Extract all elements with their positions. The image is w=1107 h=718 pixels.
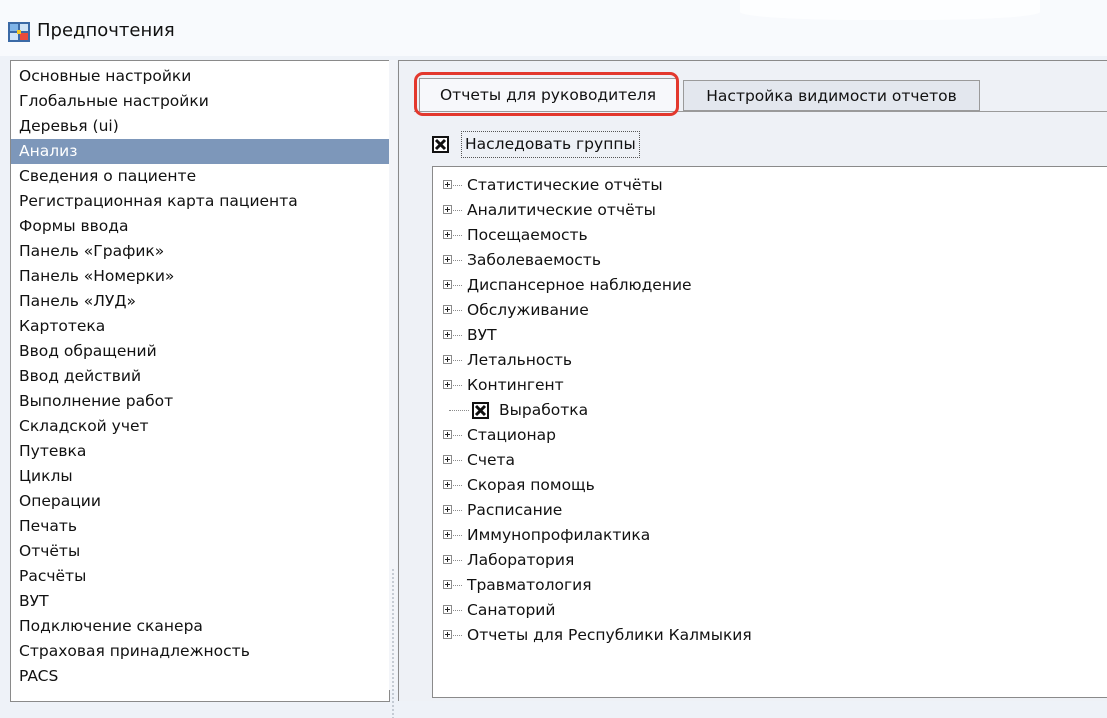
expand-plus-icon[interactable] — [443, 330, 452, 339]
sidebar-item-scanner[interactable]: Подключение сканера — [11, 614, 389, 639]
expand-plus-icon[interactable] — [443, 555, 452, 564]
preferences-app-icon — [8, 22, 30, 42]
sidebar-item-insurance[interactable]: Страховая принадлежность — [11, 639, 389, 664]
sidebar-item-voucher[interactable]: Путевка — [11, 439, 389, 464]
sidebar-item-analysis[interactable]: Анализ — [11, 139, 389, 164]
expand-plus-icon[interactable] — [443, 180, 452, 189]
sidebar-item-operations[interactable]: Операции — [11, 489, 389, 514]
expand-plus-icon[interactable] — [443, 230, 452, 239]
sidebar-item-patient-info[interactable]: Сведения о пациенте — [11, 164, 389, 189]
sidebar-item-appeals-input[interactable]: Ввод обращений — [11, 339, 389, 364]
sidebar-item-global-settings[interactable]: Глобальные настройки — [11, 89, 389, 114]
pane-splitter[interactable] — [389, 60, 397, 718]
tab-manager-reports[interactable]: Отчеты для руководителя — [419, 78, 677, 111]
reports-tree[interactable]: Статистические отчёты Аналитические отчё… — [432, 166, 1107, 698]
sidebar-item-work-execution[interactable]: Выполнение работ — [11, 389, 389, 414]
sidebar-item-input-forms[interactable]: Формы ввода — [11, 214, 389, 239]
sidebar-item-pacs[interactable]: PACS — [11, 664, 389, 689]
sidebar-item-vut[interactable]: ВУТ — [11, 589, 389, 614]
sidebar-item-cycles[interactable]: Циклы — [11, 464, 389, 489]
expand-plus-icon[interactable] — [443, 530, 452, 539]
sidebar-item-trees[interactable]: Деревья (ui) — [11, 114, 389, 139]
expand-plus-icon[interactable] — [443, 255, 452, 264]
sidebar-item-print[interactable]: Печать — [11, 514, 389, 539]
inherit-groups-label[interactable]: Наследовать группы — [461, 131, 640, 158]
sidebar-item-reports[interactable]: Отчёты — [11, 539, 389, 564]
tab-report-visibility[interactable]: Настройка видимости отчетов — [683, 80, 980, 111]
expand-plus-icon[interactable] — [443, 380, 452, 389]
expand-plus-icon[interactable] — [443, 430, 452, 439]
sidebar-item-card-index[interactable]: Картотека — [11, 314, 389, 339]
preferences-category-list[interactable]: Основные настройки Глобальные настройки … — [10, 60, 390, 702]
expand-plus-icon[interactable] — [443, 305, 452, 314]
output-checkbox[interactable] — [472, 402, 489, 419]
sidebar-item-tickets-panel[interactable]: Панель «Номерки» — [11, 264, 389, 289]
expand-plus-icon[interactable] — [443, 480, 452, 489]
expand-plus-icon[interactable] — [443, 205, 452, 214]
window-title: Предпочтения — [37, 20, 175, 41]
expand-plus-icon[interactable] — [443, 455, 452, 464]
sidebar-item-actions-input[interactable]: Ввод действий — [11, 364, 389, 389]
expand-plus-icon[interactable] — [443, 580, 452, 589]
expand-plus-icon[interactable] — [443, 355, 452, 364]
inherit-groups-checkbox[interactable] — [432, 136, 449, 153]
sidebar-item-calculations[interactable]: Расчёты — [11, 564, 389, 589]
sidebar-item-registration-card[interactable]: Регистрационная карта пациента — [11, 189, 389, 214]
splitter-grip[interactable] — [392, 568, 394, 718]
sidebar-item-basic-settings[interactable]: Основные настройки — [11, 64, 389, 89]
title-bar: Предпочтения — [0, 0, 1107, 56]
expand-plus-icon[interactable] — [443, 605, 452, 614]
sidebar-item-warehouse[interactable]: Складской учет — [11, 414, 389, 439]
expand-plus-icon[interactable] — [443, 505, 452, 514]
expand-plus-icon[interactable] — [443, 280, 452, 289]
sidebar-item-lud-panel[interactable]: Панель «ЛУД» — [11, 289, 389, 314]
expand-plus-icon[interactable] — [443, 630, 452, 639]
sidebar-item-schedule-panel[interactable]: Панель «График» — [11, 239, 389, 264]
background-decoration — [740, 0, 1040, 20]
